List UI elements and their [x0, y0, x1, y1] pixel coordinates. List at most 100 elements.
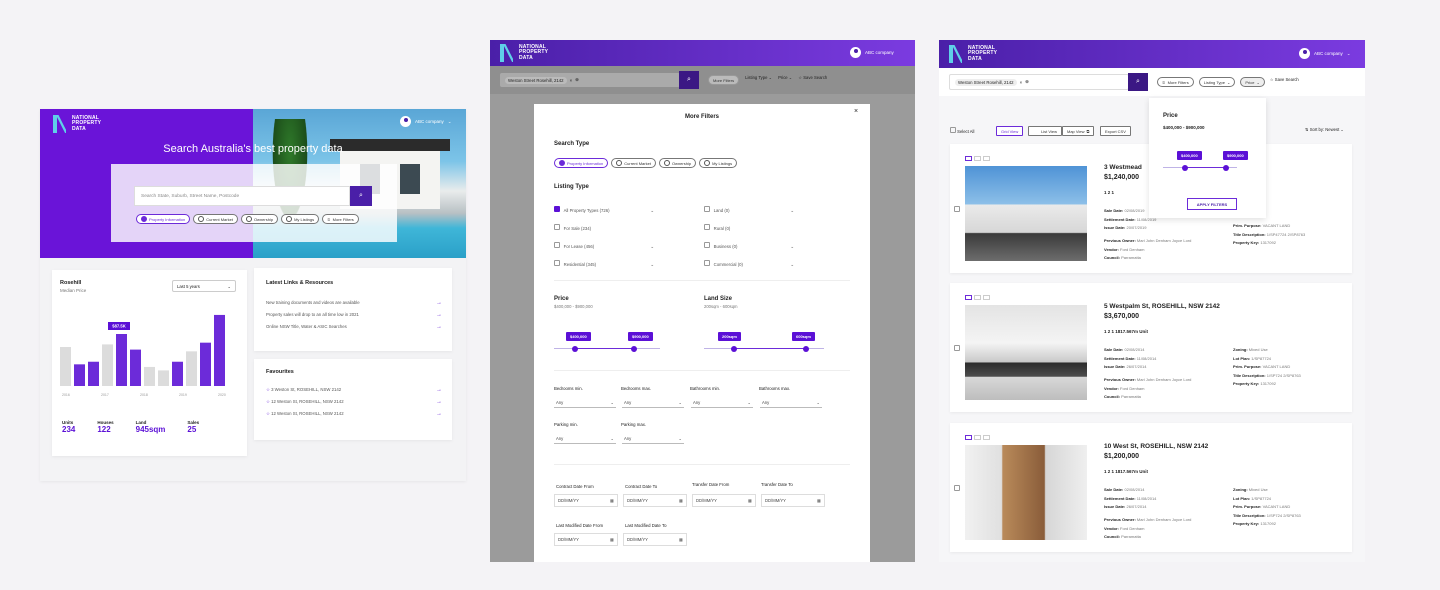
- price-slider[interactable]: $400,000 $900,000: [554, 332, 660, 356]
- map-tab-icon[interactable]: [983, 295, 990, 300]
- logo[interactable]: NATIONAL PROPERTY DATA: [949, 45, 1012, 63]
- link-item[interactable]: New training documents and videos are av…: [266, 297, 442, 309]
- contract-to-input[interactable]: DD/MM/YY ▦: [623, 494, 687, 507]
- search-button[interactable]: ⌕: [1128, 73, 1148, 91]
- listing-checkbox[interactable]: All Property Types (726) ⌄: [554, 202, 654, 220]
- logo[interactable]: NATIONAL PROPERTY DATA: [500, 44, 563, 62]
- logo[interactable]: NATIONAL PROPERTY DATA: [53, 115, 116, 133]
- listing-checkbox[interactable]: For Sale (234): [554, 220, 654, 238]
- price-dropdown[interactable]: Price ⌄: [778, 75, 792, 85]
- transfer-from-input[interactable]: DD/MM/YY ▦: [692, 494, 756, 507]
- listing-photo[interactable]: [965, 166, 1087, 261]
- star-icon[interactable]: ☆: [266, 387, 270, 392]
- list-tab-icon[interactable]: [974, 156, 981, 161]
- listing-checkbox[interactable]: Residential (345) ⌄: [554, 256, 654, 274]
- list-view-button[interactable]: List View: [1028, 126, 1062, 136]
- checkbox[interactable]: [554, 260, 560, 266]
- grid-tab-icon[interactable]: [965, 156, 972, 161]
- price-dropdown[interactable]: Price ⌄: [1240, 77, 1265, 87]
- listing-checkbox[interactable]: Commercial (0) ⌄: [704, 256, 794, 274]
- favourite-item[interactable]: ☆ 12 Weston St, ROSEHILL, NSW 2142 →: [266, 408, 442, 420]
- link-item[interactable]: Online NSW Title, Water & ASIC Searches →: [266, 321, 442, 333]
- checkbox[interactable]: [704, 242, 710, 248]
- save-search-button[interactable]: ☆ Save Search: [798, 75, 827, 85]
- parking-min-select[interactable]: Any ⌄: [554, 434, 616, 444]
- parking-max-select[interactable]: Any ⌄: [622, 434, 684, 444]
- listing-checkbox[interactable]: Land (0) ⌄: [704, 202, 794, 220]
- checkbox[interactable]: [704, 206, 710, 212]
- listing-checkbox[interactable]: [954, 345, 960, 351]
- listing-photo[interactable]: [965, 445, 1087, 540]
- chart-bar[interactable]: [144, 366, 155, 386]
- account-menu[interactable]: ABC company ⌄: [1299, 48, 1351, 59]
- chart-bar[interactable]: [116, 334, 127, 386]
- chart-bar[interactable]: [60, 347, 71, 386]
- price-max-handle[interactable]: [630, 345, 637, 352]
- popup-min-handle[interactable]: [1182, 164, 1189, 171]
- grid-tab-icon[interactable]: [965, 435, 972, 440]
- checkbox[interactable]: [554, 206, 560, 212]
- type-current-market[interactable]: Current Market: [611, 158, 656, 168]
- listing-checkbox[interactable]: [954, 206, 960, 212]
- type-my-listings[interactable]: My Listings: [699, 158, 738, 168]
- export-csv-button[interactable]: Export CSV: [1100, 126, 1131, 136]
- tab-ownership[interactable]: Ownership: [240, 214, 279, 224]
- add-icon[interactable]: ⊕: [575, 77, 579, 83]
- price-min-handle[interactable]: [572, 345, 579, 352]
- more-filters-button[interactable]: More Filters: [708, 75, 740, 85]
- calendar-icon[interactable]: ▦: [817, 498, 821, 503]
- listing-checkbox[interactable]: For Lease (456) ⌄: [554, 238, 654, 256]
- land-min-handle[interactable]: [731, 345, 737, 352]
- calendar-icon[interactable]: ▦: [610, 537, 614, 542]
- favourite-item[interactable]: ☆ 3 Weston St, ROSEHILL, NSW 2142 →: [266, 384, 442, 396]
- grid-view-button[interactable]: Grid View: [996, 126, 1024, 136]
- star-icon[interactable]: ☆: [266, 399, 270, 404]
- listing-address[interactable]: 5 Westpalm St, ROSEHILL, NSW 2142: [1104, 303, 1220, 310]
- chart-bar[interactable]: [186, 351, 197, 386]
- bathrooms-max-select[interactable]: Any ⌄: [760, 398, 822, 408]
- checkbox[interactable]: [950, 127, 956, 133]
- period-select[interactable]: Last 5 years ⌄: [172, 280, 236, 292]
- checkbox[interactable]: [554, 242, 560, 248]
- land-max-handle[interactable]: [803, 345, 809, 352]
- calendar-icon[interactable]: ▦: [610, 498, 614, 503]
- search-button[interactable]: ⌕: [350, 186, 372, 206]
- chart-bar[interactable]: [158, 370, 169, 386]
- link-item[interactable]: Property sales will drop to an all time …: [266, 309, 442, 321]
- checkbox[interactable]: [704, 260, 710, 266]
- list-tab-icon[interactable]: [974, 295, 981, 300]
- popup-price-slider[interactable]: $400,000 $900,000: [1163, 151, 1248, 175]
- listing-card[interactable]: 5 Westpalm St, ROSEHILL, NSW 2142 $3,670…: [950, 283, 1352, 412]
- add-icon[interactable]: ⊕: [1025, 79, 1029, 85]
- checkbox[interactable]: [704, 224, 710, 230]
- grid-tab-icon[interactable]: [965, 295, 972, 300]
- map-tab-icon[interactable]: [983, 156, 990, 161]
- contract-from-input[interactable]: DD/MM/YY ▦: [554, 494, 618, 507]
- chart-bar[interactable]: [74, 364, 85, 386]
- listing-address[interactable]: 10 West St, ROSEHILL, NSW 2142: [1104, 443, 1208, 450]
- transfer-to-input[interactable]: DD/MM/YY ▦: [761, 494, 825, 507]
- land-slider[interactable]: 200sqm 600sqm: [704, 332, 824, 356]
- tab-my-listings[interactable]: My Listings: [281, 214, 320, 224]
- listing-checkbox[interactable]: [954, 485, 960, 491]
- checkbox[interactable]: [554, 224, 560, 230]
- sort-dropdown[interactable]: ⇅ Sort by: Newest ⌄: [1305, 127, 1344, 132]
- list-tab-icon[interactable]: [974, 435, 981, 440]
- listing-checkbox[interactable]: Business (0) ⌄: [704, 238, 794, 256]
- chart-bar[interactable]: [214, 314, 225, 386]
- account-menu[interactable]: ABC company: [850, 47, 894, 58]
- apply-filters-button[interactable]: APPLY FILTERS: [1187, 198, 1237, 210]
- listing-card[interactable]: 10 West St, ROSEHILL, NSW 2142 $1,200,00…: [950, 423, 1352, 552]
- close-icon[interactable]: ×: [570, 78, 573, 83]
- chart-bar[interactable]: [88, 361, 99, 386]
- account-menu[interactable]: ABC company ⌄: [400, 116, 452, 127]
- popup-max-handle[interactable]: [1222, 164, 1229, 171]
- bathrooms-min-select[interactable]: Any ⌄: [691, 398, 753, 408]
- listing-type-dropdown[interactable]: Listing Type ⌄: [1198, 77, 1236, 87]
- map-tab-icon[interactable]: [983, 435, 990, 440]
- map-view-button[interactable]: Map View ⧉: [1062, 126, 1095, 136]
- type-property-information[interactable]: Property Information: [554, 158, 609, 168]
- select-all[interactable]: Select All: [950, 127, 974, 134]
- bedrooms-max-select[interactable]: Any ⌄: [622, 398, 684, 408]
- type-ownership[interactable]: Ownership: [658, 158, 697, 168]
